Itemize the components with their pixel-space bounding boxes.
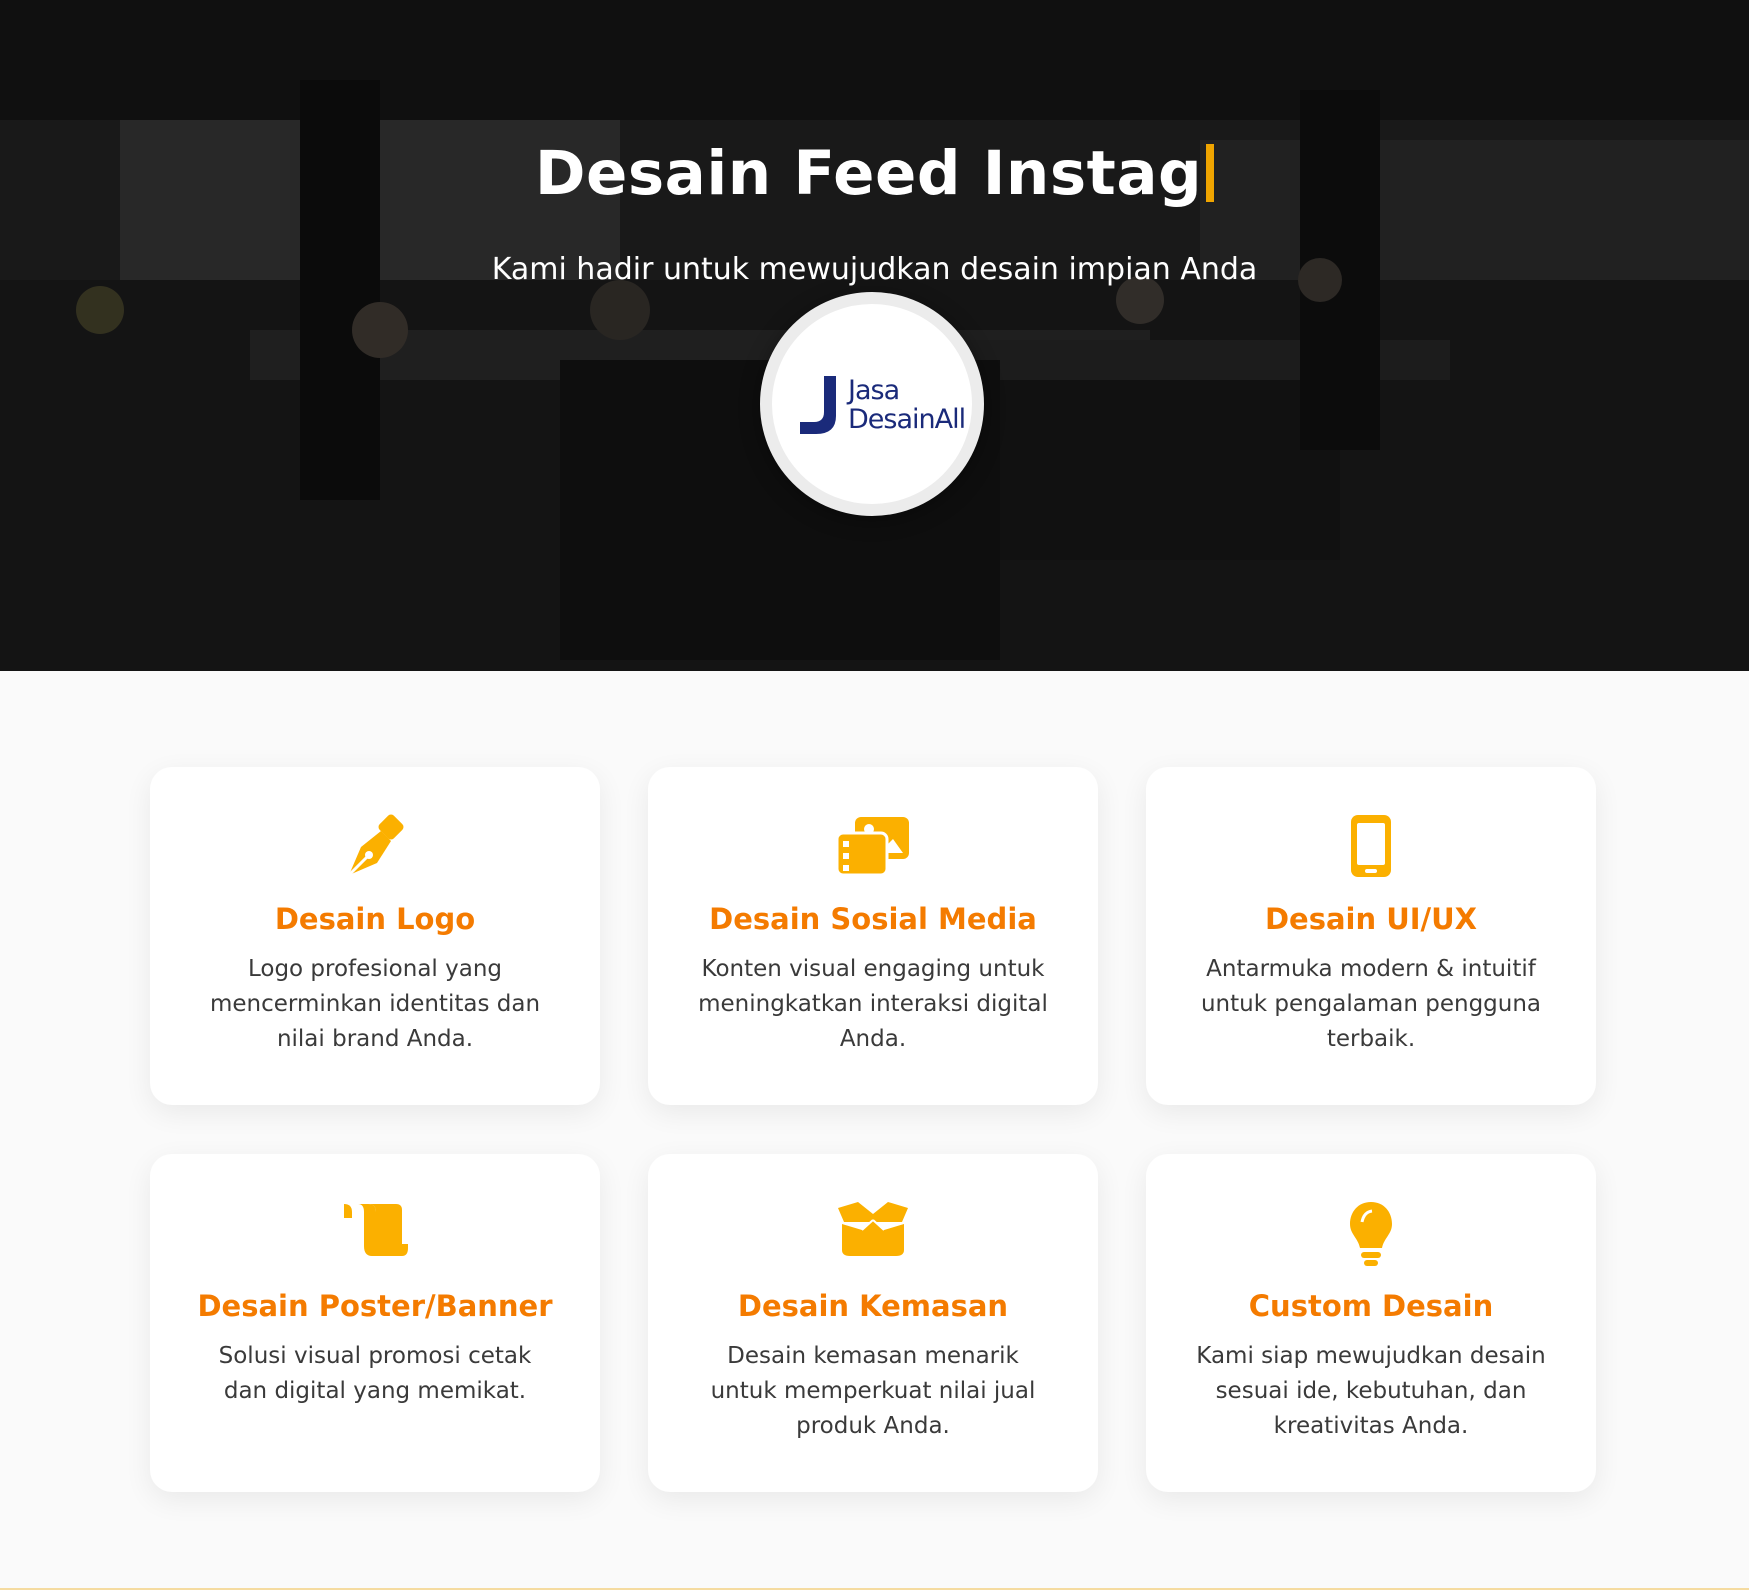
mobile-phone-icon <box>1146 813 1596 881</box>
service-title: Desain UI/UX <box>1264 902 1478 936</box>
service-title: Desain Poster/Banner <box>197 1289 553 1323</box>
photo-gallery-icon <box>648 813 1098 881</box>
service-card-logo[interactable]: Desain Logo Logo profesional yang mencer… <box>150 767 600 1105</box>
service-card-poster-banner[interactable]: Desain Poster/Banner Solusi visual promo… <box>150 1154 600 1492</box>
logo-wordmark: Jasa DesainAll <box>848 375 966 435</box>
logo-j-mark <box>800 376 836 434</box>
service-card-custom[interactable]: Custom Desain Kami siap mewujudkan desai… <box>1146 1154 1596 1492</box>
logo-line-1: Jasa <box>848 375 900 406</box>
hero-subtitle: Kami hadir untuk mewujudkan desain impia… <box>491 252 1258 287</box>
logo-line-2: DesainAll <box>848 404 966 435</box>
service-description: Solusi visual promosi cetak dan digital … <box>218 1343 532 1404</box>
open-box-icon <box>648 1200 1098 1268</box>
service-description: Antarmuka modern & intuitif untuk pengal… <box>1200 956 1542 1052</box>
service-card-ui-ux[interactable]: Desain UI/UX Antarmuka modern & intuitif… <box>1146 767 1596 1105</box>
typing-text: Desain Feed Instag <box>534 138 1203 209</box>
service-card-social-media[interactable]: Desain Sosial Media Konten visual engagi… <box>648 767 1098 1105</box>
service-title: Custom Desain <box>1248 1289 1494 1323</box>
brand-logo: Jasa DesainAll <box>760 292 984 516</box>
service-description: Kami siap mewujudkan desain sesuai ide, … <box>1196 1343 1546 1439</box>
hero-title: Desain Feed Instag <box>0 138 1749 209</box>
logo-lockup: Jasa DesainAll <box>796 375 966 435</box>
service-title: Desain Kemasan <box>737 1289 1009 1323</box>
service-card-packaging[interactable]: Desain Kemasan Desain kemasan menarik un… <box>648 1154 1098 1492</box>
service-description: Konten visual engaging untuk meningkatka… <box>698 956 1048 1052</box>
pen-nib-icon <box>150 813 600 881</box>
lightbulb-icon <box>1146 1200 1596 1268</box>
service-title: Desain Logo <box>274 902 476 936</box>
service-description: Logo profesional yang mencerminkan ident… <box>209 956 541 1052</box>
typing-cursor <box>1206 144 1215 202</box>
service-description: Desain kemasan menarik untuk memperkuat … <box>710 1343 1036 1439</box>
scroll-icon <box>150 1200 600 1268</box>
services-section: Desain Logo Logo profesional yang mencer… <box>0 671 1749 1590</box>
hero-section: Desain Feed Instag Kami hadir untuk mewu… <box>0 0 1749 671</box>
service-title: Desain Sosial Media <box>709 902 1037 936</box>
hero-content: Desain Feed Instag Kami hadir untuk mewu… <box>0 0 1749 671</box>
